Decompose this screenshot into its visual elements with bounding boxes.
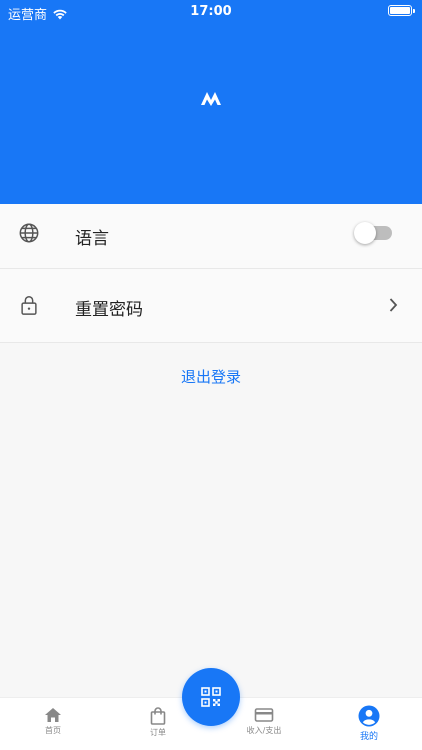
lock-icon — [21, 296, 37, 315]
qr-code-icon — [201, 687, 221, 707]
language-setting-row: 语言 — [0, 204, 422, 269]
profile-screen: 运营商 17:00 语言 重置密码 退出登录 首页 订单 收入/支出 我的 — [0, 0, 422, 750]
brand-logo-icon — [201, 92, 221, 106]
tab-income-expense-label: 收入/支出 — [246, 726, 282, 735]
language-toggle[interactable] — [354, 222, 392, 244]
tab-orders-label: 订单 — [150, 728, 166, 737]
profile-header: 运营商 17:00 — [0, 0, 422, 204]
chevron-right-icon — [389, 298, 398, 312]
status-bar: 运营商 17:00 — [0, 0, 422, 24]
credit-card-icon — [254, 708, 274, 722]
tab-mine-label: 我的 — [359, 732, 378, 742]
qr-scan-button[interactable] — [182, 668, 240, 726]
battery-icon — [388, 5, 415, 16]
user-circle-icon — [358, 705, 380, 727]
toggle-knob — [354, 222, 376, 244]
language-label: 语言 — [75, 229, 109, 249]
tab-home[interactable]: 首页 — [18, 707, 88, 736]
reset-password-label: 重置密码 — [75, 300, 143, 320]
shopping-bag-icon — [150, 707, 166, 725]
tab-income-expense[interactable]: 收入/支出 — [229, 707, 299, 736]
tab-home-label: 首页 — [45, 726, 61, 735]
globe-icon — [19, 223, 39, 243]
status-time: 17:00 — [190, 4, 232, 19]
home-icon — [45, 708, 61, 722]
tab-mine[interactable]: 我的 — [334, 705, 404, 742]
reset-password-row[interactable]: 重置密码 — [0, 269, 422, 343]
tab-orders[interactable]: 订单 — [123, 707, 193, 738]
logout-button[interactable]: 退出登录 — [0, 366, 422, 387]
